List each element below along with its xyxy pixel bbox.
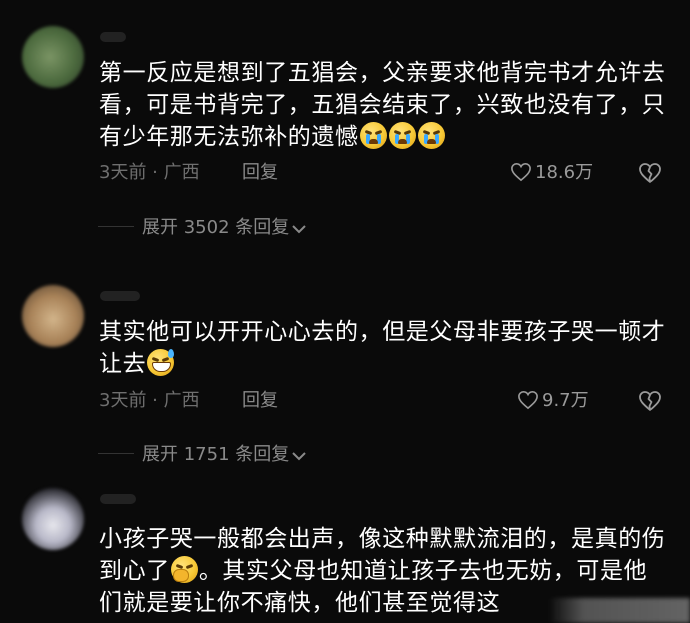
username-blurred[interactable]: [100, 32, 126, 42]
avatar[interactable]: [22, 488, 84, 550]
comment-text: 第一反应是想到了五猖会，父亲要求他背完书才允许去看，可是书背完了，五猖会结束了，…: [99, 57, 669, 153]
chevron-down-icon: [292, 452, 306, 461]
reply-button[interactable]: 回复: [242, 390, 278, 412]
avatar[interactable]: [22, 285, 84, 347]
expand-replies-label: 展开 3502 条回复: [142, 217, 290, 238]
dislike-button[interactable]: [637, 390, 663, 416]
loudly-crying-face-icon: [388, 122, 416, 149]
heart-icon: [511, 162, 531, 182]
comment-text: 其实他可以开开心心去的，但是父母非要孩子哭一顿才让去: [99, 316, 669, 380]
broken-heart-icon: [639, 391, 661, 411]
like-button[interactable]: 18.6万: [510, 162, 593, 184]
like-count: 18.6万: [535, 162, 594, 183]
broken-heart-icon: [639, 163, 661, 183]
time-location: 3天前 · 广西: [99, 390, 200, 411]
like-button[interactable]: 9.7万: [517, 390, 589, 412]
heart-icon: [518, 390, 538, 410]
time-location: 3天前 · 广西: [99, 162, 200, 183]
chevron-down-icon: [292, 225, 306, 234]
expand-replies-button[interactable]: 展开 1751 条回复: [98, 444, 307, 466]
face-with-hand-over-mouth-icon: [170, 556, 198, 583]
divider: [98, 226, 134, 227]
divider: [98, 453, 134, 454]
comment-list: 第一反应是想到了五猖会，父亲要求他背完书才允许去看，可是书背完了，五猖会结束了，…: [0, 0, 690, 623]
username-blurred[interactable]: [100, 494, 136, 504]
avatar[interactable]: [22, 26, 84, 88]
loudly-crying-face-icon: [359, 122, 387, 149]
comment-meta: 3天前 · 广西 回复: [99, 390, 278, 412]
like-count: 9.7万: [542, 390, 589, 411]
comment-meta: 3天前 · 广西 回复: [99, 162, 278, 184]
grinning-face-with-sweat-icon: [147, 349, 175, 376]
watermark-overlay: [548, 598, 690, 623]
expand-replies-button[interactable]: 展开 3502 条回复: [98, 217, 307, 239]
expand-replies-label: 展开 1751 条回复: [142, 444, 290, 465]
loudly-crying-face-icon: [417, 122, 445, 149]
comment-text-body: 其实他可以开开心心去的，但是父母非要孩子哭一顿才让去: [99, 319, 666, 377]
dislike-button[interactable]: [637, 162, 663, 188]
reply-button[interactable]: 回复: [242, 162, 278, 184]
username-blurred[interactable]: [100, 291, 140, 301]
